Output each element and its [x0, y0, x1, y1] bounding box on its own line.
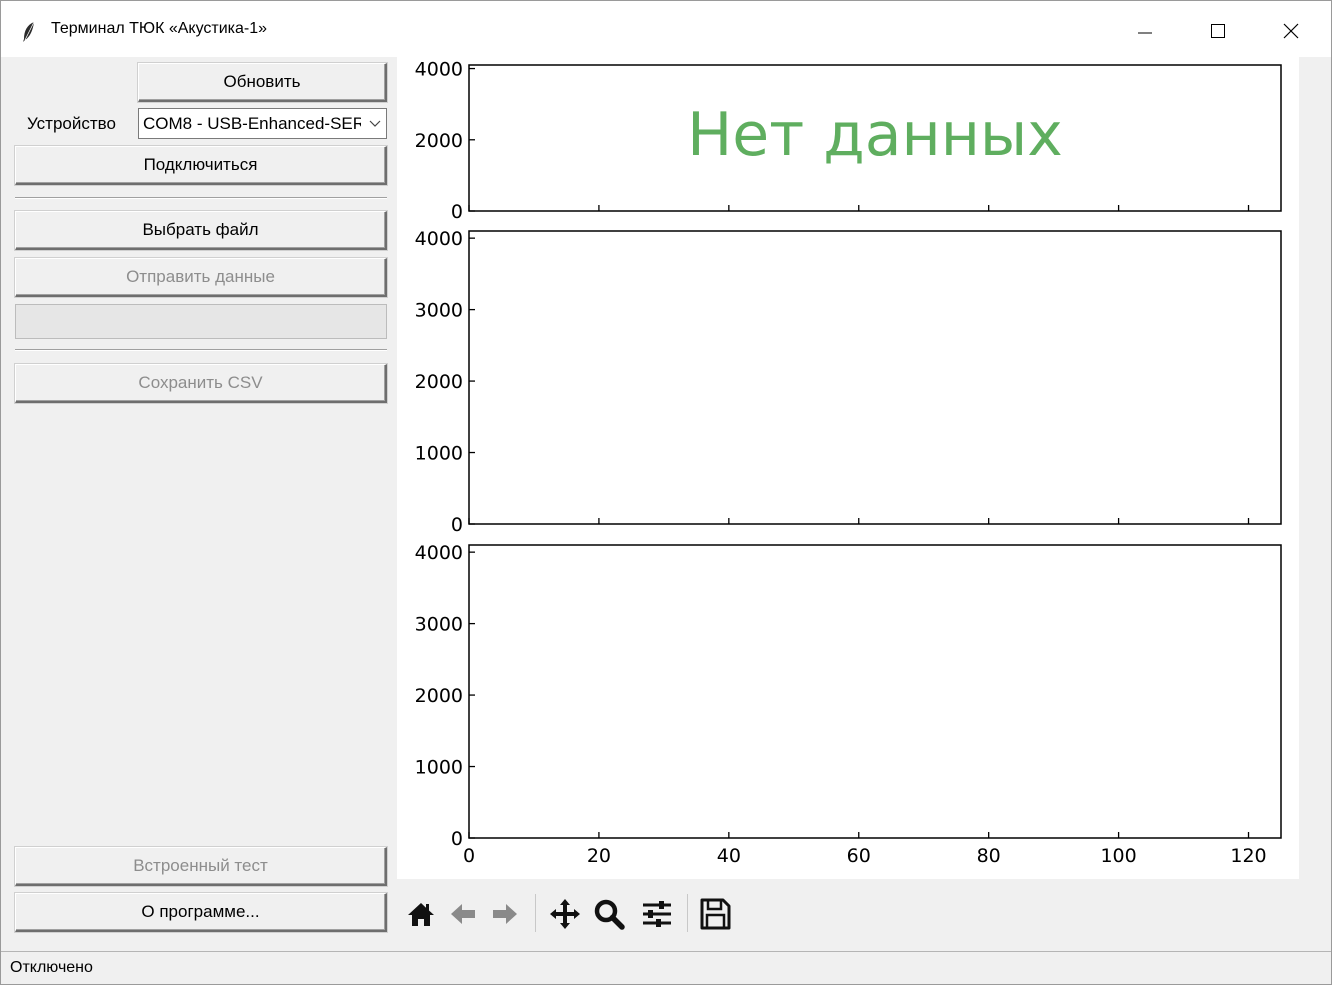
y-tick-label: 4000 — [415, 228, 463, 250]
device-select[interactable]: COM8 - USB-Enhanced-SERIAL — [138, 108, 387, 139]
axes-frame — [468, 230, 1282, 525]
y-tick-label: 1000 — [415, 757, 463, 779]
plot-canvas[interactable]: 0 2000 4000 Нет данных 0 1000 2000 3000 4000 0 100… — [397, 57, 1299, 879]
x-tick-label: 100 — [1100, 845, 1136, 867]
minimize-icon — [1138, 32, 1152, 34]
x-tick-label: 60 — [847, 845, 871, 867]
axes-2: 0 1000 2000 3000 4000 — [415, 228, 1282, 536]
status-bar: Отключено — [1, 951, 1331, 984]
chevron-down-icon[interactable] — [368, 118, 382, 130]
plots-svg[interactable]: 020004000Нет данных010002000300040000100… — [397, 57, 1299, 879]
x-tick-label: 80 — [977, 845, 1001, 867]
navigation-toolbar — [397, 879, 1331, 949]
y-tick-label: 4000 — [415, 59, 463, 81]
device-select-value: COM8 - USB-Enhanced-SERIAL — [143, 114, 361, 133]
about-button[interactable]: О программе... — [15, 893, 387, 932]
home-icon[interactable] — [403, 896, 439, 932]
close-button[interactable] — [1269, 9, 1313, 53]
y-tick-label: 2000 — [415, 371, 463, 393]
builtin-test-button[interactable]: Встроенный тест — [15, 847, 387, 886]
y-tick-label: 0 — [451, 828, 463, 850]
send-progress-bar — [15, 304, 387, 339]
status-text: Отключено — [10, 959, 93, 976]
axes-3: 0 1000 2000 3000 4000 0 20 40 60 80 100 120 — [415, 542, 1282, 867]
close-icon — [1283, 23, 1299, 39]
minimize-button[interactable] — [1123, 9, 1167, 53]
x-tick-label: 0 — [463, 845, 475, 867]
toolbar-separator — [535, 894, 536, 932]
axes-frame — [468, 544, 1282, 839]
x-tick-label: 40 — [717, 845, 741, 867]
y-tick-label: 2000 — [415, 685, 463, 707]
connect-button[interactable]: Подключиться — [15, 146, 387, 185]
y-tick-label: 2000 — [415, 130, 463, 152]
back-icon[interactable] — [445, 896, 481, 932]
y-tick-label: 3000 — [415, 300, 463, 322]
x-tick-label: 20 — [587, 845, 611, 867]
configure-subplots-icon[interactable] — [639, 896, 675, 932]
y-tick-label: 0 — [451, 201, 463, 223]
title-bar[interactable]: Терминал ТЮК «Акустика-1» — [1, 1, 1331, 57]
choose-file-button[interactable]: Выбрать файл — [15, 211, 387, 250]
feather-icon — [23, 21, 35, 42]
app-window: Терминал ТЮК «Акустика-1» Обновить Устро… — [0, 0, 1332, 985]
axes-1: 0 2000 4000 Нет данных — [415, 59, 1282, 223]
zoom-icon[interactable] — [591, 896, 627, 932]
y-tick-label: 0 — [451, 514, 463, 536]
separator — [15, 349, 387, 351]
refresh-button[interactable]: Обновить — [138, 63, 387, 102]
forward-icon[interactable] — [487, 896, 523, 932]
toolbar-separator — [687, 894, 688, 932]
maximize-button[interactable] — [1196, 9, 1240, 53]
no-data-annotation: Нет данных — [687, 100, 1063, 170]
send-data-button[interactable]: Отправить данные — [15, 258, 387, 297]
y-tick-label: 4000 — [415, 542, 463, 564]
y-tick-label: 3000 — [415, 614, 463, 636]
device-label: Устройство — [27, 114, 116, 133]
y-tick-label: 1000 — [415, 443, 463, 465]
maximize-icon — [1211, 24, 1225, 38]
window-title: Терминал ТЮК «Акустика-1» — [51, 20, 268, 37]
separator — [15, 197, 387, 199]
save-icon[interactable] — [697, 896, 733, 932]
x-tick-label: 120 — [1230, 845, 1266, 867]
pan-icon[interactable] — [547, 896, 583, 932]
save-csv-button[interactable]: Сохранить CSV — [15, 364, 387, 403]
